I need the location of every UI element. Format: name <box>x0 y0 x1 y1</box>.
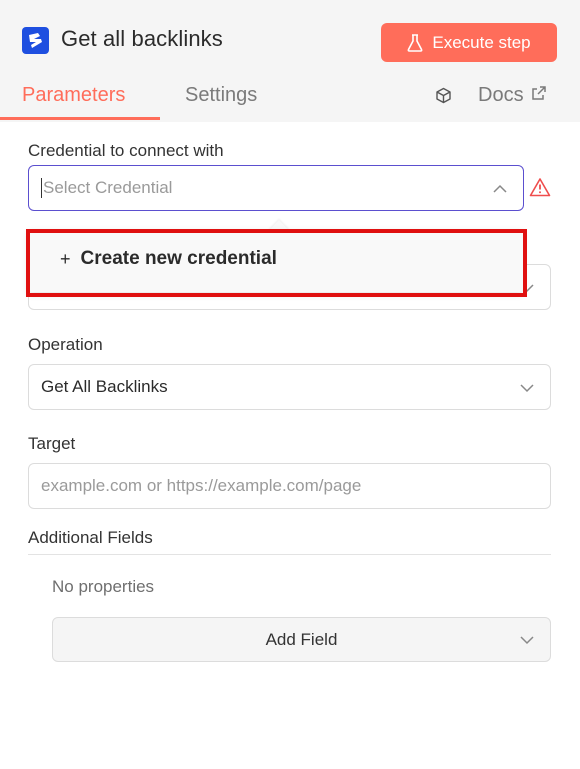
credential-placeholder: Select Credential <box>43 178 173 197</box>
execute-step-label: Execute step <box>432 32 531 52</box>
node-title: Get all backlinks <box>61 26 223 51</box>
chevron-down-icon <box>520 384 534 393</box>
add-field-label: Add Field <box>265 629 338 649</box>
highlight-box <box>26 229 527 297</box>
text-cursor <box>41 178 42 198</box>
chevron-down-icon <box>520 636 534 645</box>
target-placeholder: example.com or https://example.com/page <box>41 476 362 495</box>
tab-settings[interactable]: Settings <box>185 84 257 107</box>
credential-select[interactable]: Select Credential <box>28 165 524 211</box>
no-properties-text: No properties <box>52 577 155 596</box>
operation-select[interactable]: Get All Backlinks <box>28 364 551 410</box>
active-tab-indicator <box>0 117 160 120</box>
add-field-button[interactable]: Add Field <box>52 617 551 662</box>
flask-icon <box>407 33 423 52</box>
cube-icon <box>436 87 451 104</box>
divider <box>28 554 551 555</box>
node-header: Get all backlinks Execute step Parameter… <box>0 0 580 122</box>
chevron-up-icon <box>493 184 507 193</box>
target-label: Target <box>28 434 76 453</box>
execute-step-button[interactable]: Execute step <box>381 23 557 62</box>
target-input[interactable]: example.com or https://example.com/page <box>28 463 551 509</box>
operation-label: Operation <box>28 335 103 354</box>
tab-parameters[interactable]: Parameters <box>22 84 125 107</box>
warning-triangle-icon <box>529 178 551 197</box>
docs-label: Docs <box>478 84 524 106</box>
external-link-icon <box>531 85 546 100</box>
credential-label: Credential to connect with <box>28 141 224 160</box>
additional-fields-label: Additional Fields <box>28 528 153 547</box>
operation-value: Get All Backlinks <box>41 377 168 396</box>
docs-link[interactable]: Docs <box>435 84 547 107</box>
node-logo-icon <box>22 27 49 54</box>
